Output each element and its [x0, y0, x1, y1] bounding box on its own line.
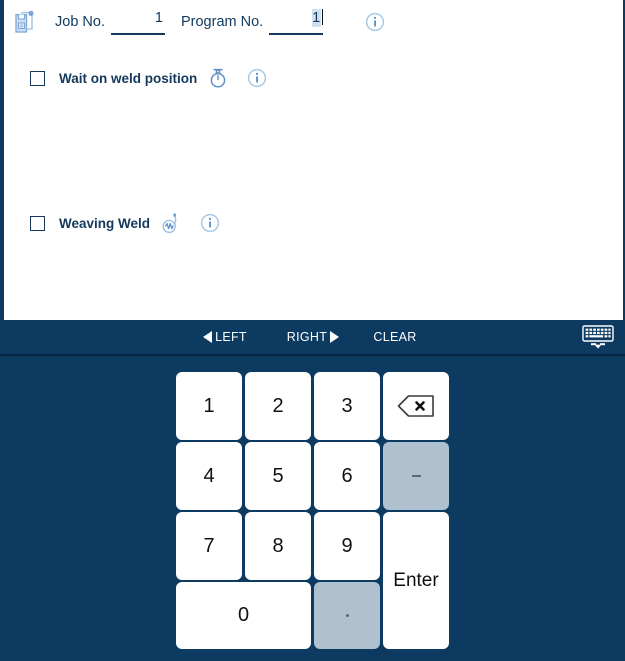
- key-2-label: 2: [272, 394, 284, 417]
- job-file-icon: [15, 10, 34, 33]
- key-1-label: 1: [203, 394, 215, 417]
- key-0[interactable]: 0: [176, 582, 311, 649]
- key-5[interactable]: 5: [245, 442, 311, 510]
- key-5-label: 5: [272, 464, 284, 487]
- key-4[interactable]: 4: [176, 442, 242, 510]
- clear-button[interactable]: CLEAR: [360, 320, 430, 354]
- key-enter-label: Enter: [393, 569, 439, 591]
- key-decimal-label: [345, 614, 349, 617]
- key-9-label: 9: [341, 534, 353, 557]
- job-no-input[interactable]: 1: [110, 9, 165, 35]
- cursor-right-button[interactable]: RIGHT: [272, 320, 354, 354]
- key-7[interactable]: 7: [176, 512, 242, 580]
- key-3[interactable]: 3: [314, 372, 380, 440]
- info-icon[interactable]: [200, 213, 220, 233]
- weld-program-screen: Job No. 1 Program No. 1 Wait on weld pos…: [0, 0, 625, 661]
- job-no-label: Job No.: [55, 14, 105, 30]
- key-minus-label: [411, 475, 421, 477]
- form-panel: Job No. 1 Program No. 1 Wait on weld pos…: [0, 0, 625, 320]
- label-wait-on-weld-position: Wait on weld position: [59, 70, 198, 86]
- key-7-label: 7: [203, 534, 215, 557]
- key-2[interactable]: 2: [245, 372, 311, 440]
- clear-label: CLEAR: [373, 330, 417, 344]
- label-weaving-weld: Weaving Weld: [59, 215, 151, 231]
- program-no-label: Program No.: [180, 14, 264, 30]
- numeric-keypad: 1 2 3 4 5 6 7 8 9 Enter 0: [176, 372, 449, 649]
- hide-keyboard-button[interactable]: [581, 323, 615, 351]
- key-enter[interactable]: Enter: [383, 512, 449, 649]
- key-3-label: 3: [341, 394, 353, 417]
- option-row-wait-on-weld-position[interactable]: Wait on weld position: [30, 67, 267, 89]
- backspace-icon: [397, 395, 434, 417]
- key-8[interactable]: 8: [245, 512, 311, 580]
- key-decimal[interactable]: [314, 582, 380, 649]
- text-caret: [322, 9, 324, 25]
- keyboard-nav-toolbar: LEFT RIGHT CLEAR: [0, 320, 625, 356]
- arrow-right-icon: [330, 331, 340, 343]
- cursor-left-label: LEFT: [215, 330, 247, 344]
- key-0-label: 0: [237, 604, 250, 626]
- info-icon[interactable]: [247, 68, 267, 88]
- key-4-label: 4: [203, 464, 215, 487]
- cursor-right-label: RIGHT: [286, 330, 328, 344]
- header-row: Job No. 1 Program No. 1: [4, 0, 623, 44]
- weaving-pattern-icon: [162, 213, 177, 234]
- key-6[interactable]: 6: [314, 442, 380, 510]
- stopwatch-icon: [210, 68, 226, 88]
- checkbox-weaving-weld[interactable]: [30, 215, 45, 231]
- key-6-label: 6: [341, 464, 353, 487]
- key-1[interactable]: 1: [176, 372, 242, 440]
- keyboard-icon: [582, 325, 614, 349]
- checkbox-wait-on-weld-position[interactable]: [30, 70, 45, 86]
- key-8-label: 8: [272, 534, 284, 557]
- job-no-value: 1: [154, 10, 163, 26]
- key-9[interactable]: 9: [314, 512, 380, 580]
- key-backspace[interactable]: [383, 372, 449, 440]
- info-icon[interactable]: [365, 12, 385, 32]
- program-no-value: 1: [312, 9, 322, 27]
- program-no-input[interactable]: 1: [269, 9, 324, 35]
- arrow-left-icon: [203, 331, 213, 343]
- key-minus[interactable]: [383, 442, 449, 510]
- option-row-weaving-weld[interactable]: Weaving Weld: [30, 212, 220, 234]
- cursor-left-button[interactable]: LEFT: [186, 320, 264, 354]
